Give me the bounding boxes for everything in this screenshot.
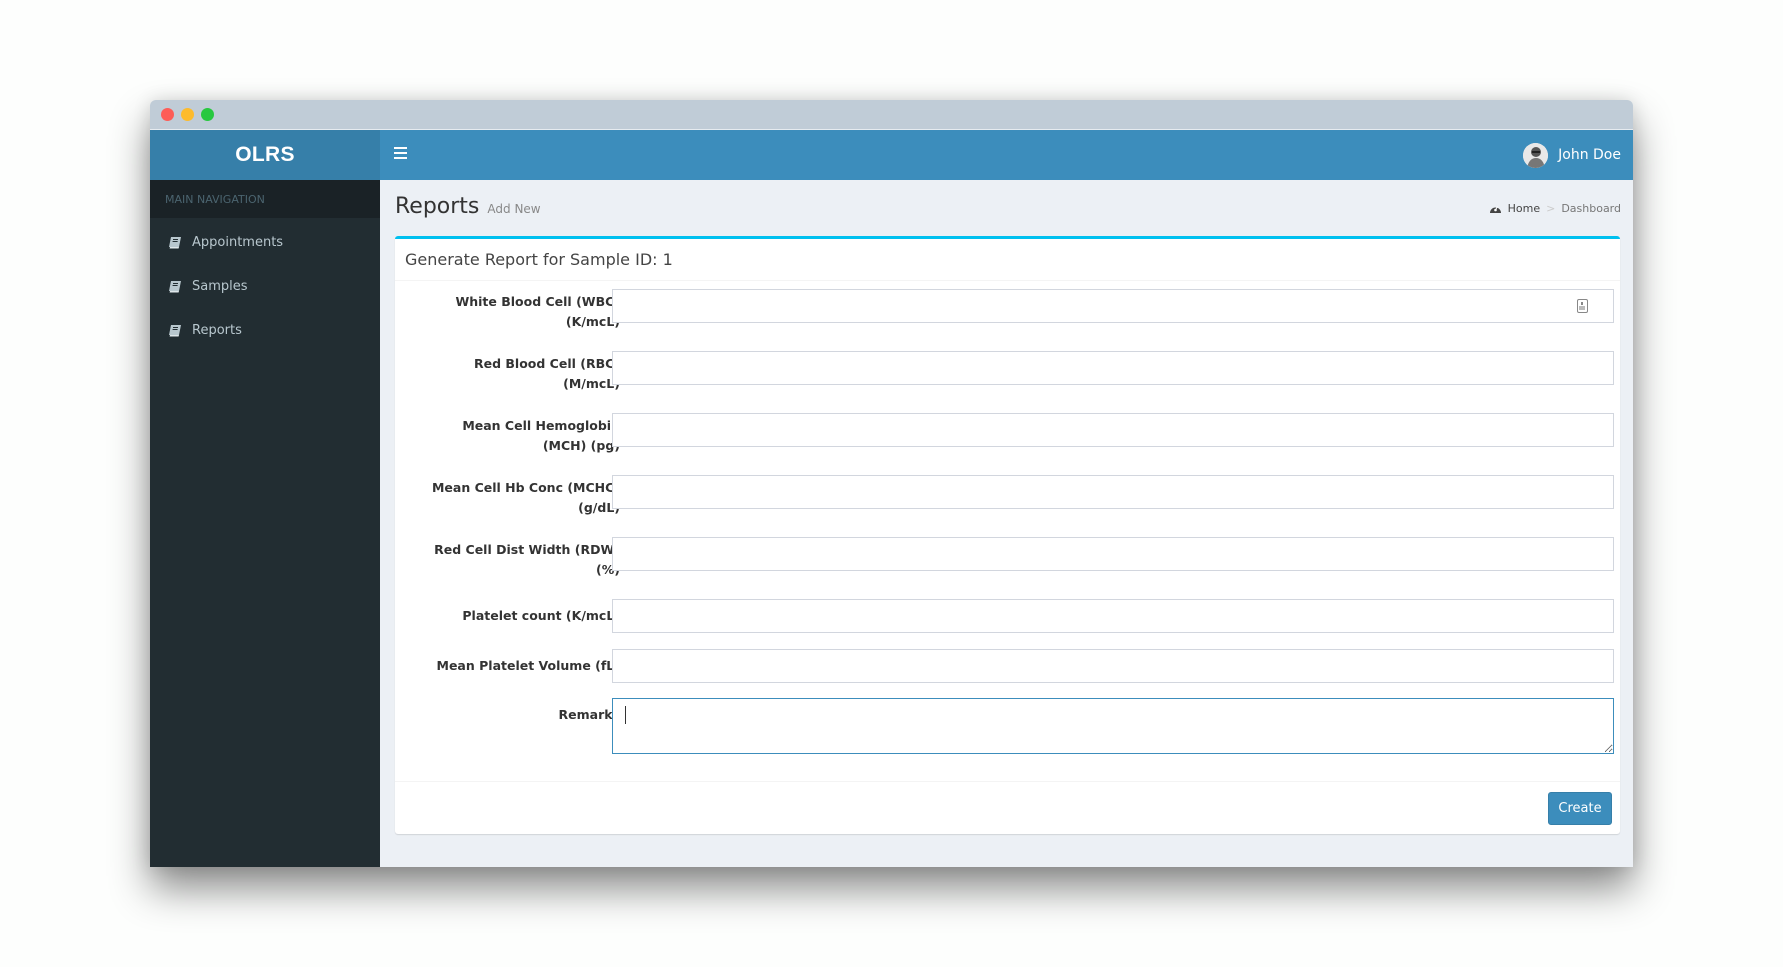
field-label: Red Blood Cell (RBC) (M/mcL): [473, 356, 620, 391]
wbc-input[interactable]: [612, 289, 1614, 323]
rbc-input[interactable]: [612, 351, 1614, 385]
field-label: Remarks: [558, 707, 620, 722]
avatar: [1523, 142, 1549, 168]
main-content: Reports Add New Home > Dashboard Generat…: [380, 180, 1633, 867]
remarks-textarea[interactable]: [612, 698, 1614, 754]
close-window-button[interactable]: [161, 108, 174, 121]
maximize-window-button[interactable]: [201, 108, 214, 121]
breadcrumb-home-link[interactable]: Home: [1508, 202, 1540, 215]
form-title: Generate Report for Sample ID: 1: [395, 239, 1620, 281]
browser-window: OLRS John Doe MAIN NAVIGATION Appointmen…: [150, 100, 1633, 867]
report-form-box: Generate Report for Sample ID: 1 White B…: [395, 236, 1620, 834]
page-header: Reports Add New: [395, 194, 541, 219]
mchc-input[interactable]: [612, 475, 1614, 509]
mch-input[interactable]: [612, 413, 1614, 447]
create-button[interactable]: Create: [1548, 792, 1612, 825]
breadcrumb: Home > Dashboard: [1489, 202, 1621, 215]
text-cursor: [625, 706, 626, 724]
breadcrumb-separator: >: [1546, 202, 1556, 215]
field-label: Red Cell Dist Width (RDW) (%): [434, 542, 620, 577]
sidebar: MAIN NAVIGATION Appointments Samples Rep…: [150, 180, 380, 867]
sidebar-item-label: Samples: [192, 278, 248, 294]
sidebar-toggle-icon[interactable]: [394, 147, 408, 161]
rdw-input[interactable]: [612, 537, 1614, 571]
user-menu[interactable]: John Doe: [1523, 130, 1621, 180]
book-icon: [169, 324, 181, 336]
autofill-contact-icon[interactable]: [1577, 299, 1588, 313]
sidebar-item-label: Reports: [192, 322, 242, 338]
sidebar-header: MAIN NAVIGATION: [150, 180, 380, 218]
user-name: John Doe: [1558, 147, 1621, 163]
app-logo[interactable]: OLRS: [150, 130, 380, 180]
mpv-input[interactable]: [612, 649, 1614, 683]
sidebar-item-label: Appointments: [192, 234, 284, 250]
sidebar-item-reports[interactable]: Reports: [150, 308, 380, 352]
field-label: Mean Cell Hb Conc (MCHC) (g/dL): [431, 480, 620, 515]
sidebar-item-appointments[interactable]: Appointments: [150, 220, 380, 264]
dashboard-icon: [1489, 206, 1501, 213]
breadcrumb-current: Dashboard: [1561, 202, 1621, 215]
sidebar-item-samples[interactable]: Samples: [150, 264, 380, 308]
field-label: Platelet count (K/mcL): [462, 608, 620, 623]
page-title: Reports: [395, 194, 480, 219]
page-subtitle: Add New: [487, 202, 541, 216]
window-titlebar: [150, 100, 1633, 130]
minimize-window-button[interactable]: [181, 108, 194, 121]
field-label: White Blood Cell (WBC) (K/mcL): [455, 294, 620, 329]
platelet-count-input[interactable]: [612, 599, 1614, 633]
form-footer: Create: [395, 781, 1620, 837]
book-icon: [169, 236, 181, 248]
field-label: Mean Platelet Volume (fL): [436, 658, 620, 673]
book-icon: [169, 280, 181, 292]
top-navbar: John Doe: [380, 130, 1633, 180]
field-label: Mean Cell Hemoglobin (MCH) (pg): [462, 418, 620, 453]
